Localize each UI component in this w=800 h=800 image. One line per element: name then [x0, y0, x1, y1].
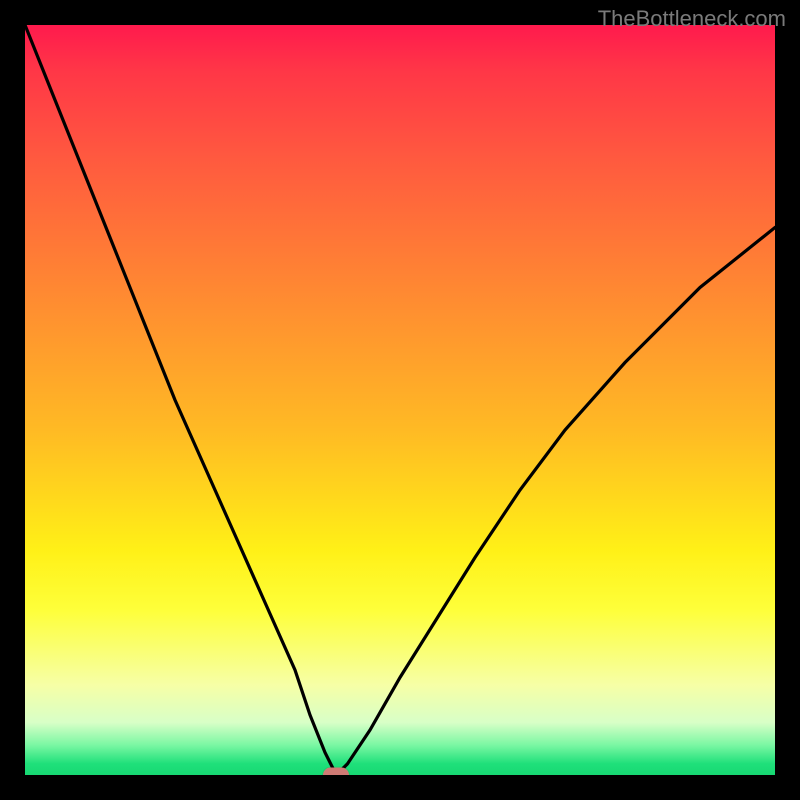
- curve-layer: [25, 25, 775, 775]
- optimal-point-marker: [323, 768, 349, 776]
- plot-area: [25, 25, 775, 775]
- bottleneck-curve: [25, 25, 775, 775]
- watermark-text: TheBottleneck.com: [598, 6, 786, 32]
- figure-root: TheBottleneck.com: [0, 0, 800, 800]
